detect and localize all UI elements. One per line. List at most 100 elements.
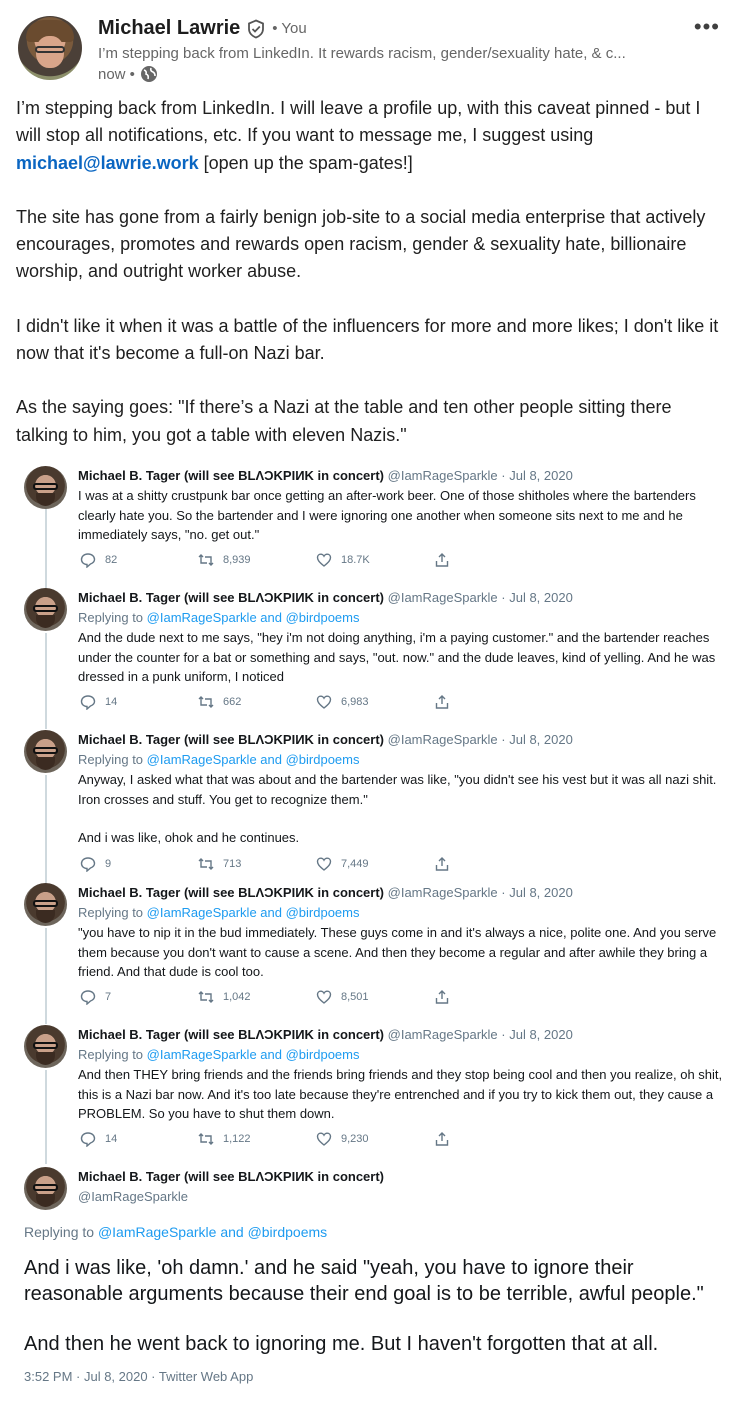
tweet-actions: 9 713 7,449	[80, 856, 552, 872]
reply-action: 7	[80, 989, 198, 1005]
author-line: Michael Lawrie • You	[98, 17, 307, 40]
heart-icon	[316, 553, 332, 567]
tweet-avatar	[24, 1167, 67, 1210]
share-icon	[435, 857, 449, 871]
tweet-text: Anyway, I asked what that was about and …	[78, 772, 717, 845]
share-icon	[435, 553, 449, 567]
tweet-text: And then THEY bring friends and the frie…	[78, 1067, 723, 1121]
tweet-avatar	[24, 466, 67, 509]
replying-to: Replying to @IamRageSparkle and @birdpoe…	[24, 1224, 328, 1240]
reply-icon	[80, 695, 96, 710]
tweet-author: Michael B. Tager (will see BLΛƆKPIИK in …	[78, 468, 385, 483]
retweet-icon	[198, 696, 214, 708]
tweet-avatar	[24, 730, 67, 773]
post-paragraph: I’m stepping back from LinkedIn. I will …	[16, 98, 701, 173]
reply-icon	[80, 990, 96, 1005]
email-link[interactable]: michael@lawrie.work	[16, 153, 199, 173]
retweet-action: 662	[198, 694, 316, 710]
tweet-author: Michael B. Tager (will see BLΛƆKPIИK in …	[78, 732, 385, 747]
thread-line	[45, 505, 47, 595]
tweet-meta: @IamRageSparkle · Jul 8, 2020	[387, 732, 573, 747]
reply-action: 14	[80, 694, 198, 710]
replying-to: Replying to @IamRageSparkle and @birdpoe…	[78, 905, 360, 920]
like-action: 6,983	[316, 694, 434, 710]
more-options-icon[interactable]: •••	[694, 14, 720, 40]
share-action	[434, 856, 552, 872]
tweet-meta: @IamRageSparkle · Jul 8, 2020	[387, 885, 573, 900]
like-action: 18.7K	[316, 552, 434, 568]
share-icon	[435, 990, 449, 1004]
tweet-text: And the dude next to me says, "hey i'm n…	[78, 630, 716, 684]
author-avatar[interactable]	[18, 16, 82, 80]
reply-action: 82	[80, 552, 198, 568]
retweet-icon	[198, 554, 214, 566]
verified-icon	[248, 19, 265, 38]
share-action	[434, 1131, 552, 1147]
reply-icon	[80, 857, 96, 872]
share-icon	[435, 695, 449, 709]
tweet-actions: 14 1,122 9,230	[80, 1131, 552, 1147]
like-action: 9,230	[316, 1131, 434, 1147]
replying-to: Replying to @IamRageSparkle and @birdpoe…	[78, 610, 360, 625]
you-label: • You	[272, 20, 307, 37]
tweet-meta: @IamRageSparkle · Jul 8, 2020	[387, 468, 573, 483]
post-paragraph: I didn't like it when it was a battle of…	[16, 315, 719, 364]
tweet-author: Michael B. Tager (will see BLΛƆKPIИK in …	[78, 1169, 385, 1184]
tweet-thread-image[interactable]: Michael B. Tager (will see BLΛƆKPIИK in …	[0, 455, 744, 1406]
heart-icon	[316, 990, 332, 1004]
heart-icon	[316, 695, 332, 709]
tweet-author: Michael B. Tager (will see BLΛƆKPIИK in …	[78, 1027, 385, 1042]
share-action	[434, 552, 552, 568]
tweet-meta: @IamRageSparkle · Jul 8, 2020	[387, 590, 573, 605]
tweet-avatar	[24, 1025, 67, 1068]
reply-icon	[80, 553, 96, 568]
tweet-actions: 82 8,939 18.7K	[80, 552, 552, 568]
tweet-text: And i was like, 'oh damn.' and he said "…	[24, 1257, 704, 1355]
retweet-icon	[198, 1133, 214, 1145]
globe-icon	[140, 66, 157, 82]
retweet-action: 713	[198, 856, 316, 872]
tweet-avatar	[24, 883, 67, 926]
tweet-avatar	[24, 588, 67, 631]
share-action	[434, 694, 552, 710]
post-time: now •	[98, 65, 135, 83]
reply-mentions: @IamRageSparkle and @birdpoems	[146, 752, 360, 767]
tweet-meta: @IamRageSparkle · Jul 8, 2020	[387, 1027, 573, 1042]
reply-icon	[80, 1132, 96, 1147]
reply-mentions: @IamRageSparkle and @birdpoems	[146, 1047, 360, 1062]
reply-action: 14	[80, 1131, 198, 1147]
replying-to: Replying to @IamRageSparkle and @birdpoe…	[78, 752, 360, 767]
retweet-action: 1,122	[198, 1131, 316, 1147]
post-body: I’m stepping back from LinkedIn. I will …	[16, 95, 728, 476]
share-icon	[435, 1132, 449, 1146]
reply-mentions: @IamRageSparkle and @birdpoems	[97, 1224, 328, 1240]
thread-line	[45, 1070, 47, 1164]
heart-icon	[316, 857, 332, 871]
tweet-author: Michael B. Tager (will see BLΛƆKPIИK in …	[78, 590, 385, 605]
tweet-text: "you have to nip it in the bud immediate…	[78, 925, 717, 979]
share-action	[434, 989, 552, 1005]
tweet-actions: 7 1,042 8,501	[80, 989, 552, 1005]
replying-to: Replying to @IamRageSparkle and @birdpoe…	[78, 1047, 360, 1062]
tweet-author: Michael B. Tager (will see BLΛƆKPIИK in …	[78, 885, 385, 900]
like-action: 7,449	[316, 856, 434, 872]
thread-line	[45, 633, 47, 729]
post-meta: now •	[98, 65, 158, 83]
retweet-icon	[198, 991, 214, 1003]
retweet-action: 8,939	[198, 552, 316, 568]
reply-action: 9	[80, 856, 198, 872]
heart-icon	[316, 1132, 332, 1146]
post-paragraph: As the saying goes: "If there’s a Nazi a…	[16, 397, 672, 445]
tweet-text: I was at a shitty crustpunk bar once get…	[78, 488, 696, 542]
author-headline: I’m stepping back from LinkedIn. It rewa…	[98, 45, 626, 62]
reply-mentions: @IamRageSparkle and @birdpoems	[146, 610, 360, 625]
author-name[interactable]: Michael Lawrie	[98, 17, 240, 40]
reply-mentions: @IamRageSparkle and @birdpoems	[146, 905, 360, 920]
post-header: Michael Lawrie • You I’m stepping back f…	[18, 14, 728, 86]
post-paragraph: The site has gone from a fairly benign j…	[16, 206, 706, 282]
like-action: 8,501	[316, 989, 434, 1005]
retweet-icon	[198, 858, 214, 870]
thread-line	[45, 775, 47, 885]
retweet-action: 1,042	[198, 989, 316, 1005]
tweet-footer: 3:52 PM · Jul 8, 2020 · Twitter Web App	[24, 1369, 254, 1384]
